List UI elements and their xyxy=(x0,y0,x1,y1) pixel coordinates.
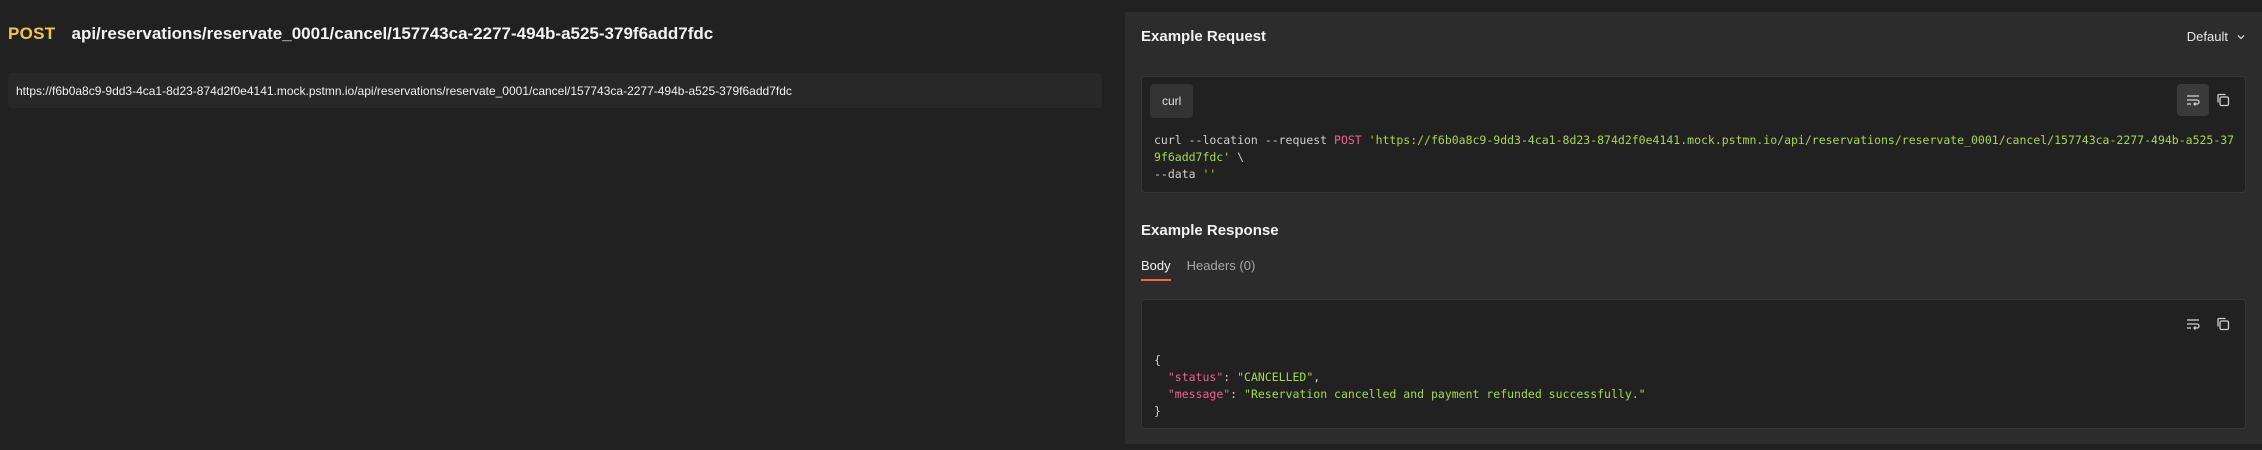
example-request-code-block: curl curl --location --request POST 'htt… xyxy=(1141,76,2246,193)
request-url-text: https://f6b0a8c9-9dd3-4ca1-8d23-874d2f0e… xyxy=(16,83,792,98)
response-tabs: Body Headers (0) xyxy=(1141,258,1271,281)
json-comma: , xyxy=(1313,370,1321,384)
json-close-brace: } xyxy=(1154,404,1161,418)
app-root: POST api/reservations/reservate_0001/can… xyxy=(0,0,2262,450)
json-key-status: "status" xyxy=(1167,370,1224,384)
wrap-lines-button[interactable] xyxy=(2177,308,2209,340)
wrap-lines-icon xyxy=(2187,95,2200,106)
json-key-message: "message" xyxy=(1167,387,1231,401)
chevron-down-icon xyxy=(2237,34,2245,39)
tab-body[interactable]: Body xyxy=(1141,258,1171,281)
endpoint-path: api/reservations/reservate_0001/cancel/1… xyxy=(71,24,714,43)
example-selector-value: Default xyxy=(2186,29,2228,44)
code-line-1: curl --location --request POST 'https://… xyxy=(1154,132,2239,166)
request-pane: POST api/reservations/reservate_0001/can… xyxy=(0,0,1120,450)
tab-headers[interactable]: Headers (0) xyxy=(1187,258,1256,281)
example-request-title: Example Request xyxy=(1141,28,1267,45)
json-open-brace: { xyxy=(1154,353,1161,367)
wrap-lines-button[interactable] xyxy=(2177,84,2209,116)
http-method-label: POST xyxy=(8,24,56,43)
json-value-status: "CANCELLED" xyxy=(1237,370,1314,384)
json-colon: : xyxy=(1230,387,1245,401)
examples-pane: Example Request Default curl curl --loca… xyxy=(1125,12,2262,444)
request-title: POST api/reservations/reservate_0001/can… xyxy=(8,24,713,44)
json-value-message: "Reservation cancelled and payment refun… xyxy=(1244,387,1646,401)
response-code: { "status": "CANCELLED", "message": "Res… xyxy=(1154,352,1646,420)
example-response-code-block: { "status": "CANCELLED", "message": "Res… xyxy=(1141,299,2246,429)
example-selector-dropdown[interactable]: Default xyxy=(2187,29,2246,44)
line-continuation: \ xyxy=(1230,150,1245,164)
curl-method: POST xyxy=(1334,133,1362,147)
language-selector-button[interactable]: curl xyxy=(1150,84,1194,118)
example-response-title: Example Response xyxy=(1141,222,1279,239)
data-flag: --data xyxy=(1154,167,1203,181)
code-line-2: --data '' xyxy=(1154,166,2239,183)
copy-icon xyxy=(2217,317,2230,331)
request-code: curl --location --request POST 'https://… xyxy=(1154,132,2239,183)
request-url-field[interactable]: https://f6b0a8c9-9dd3-4ca1-8d23-874d2f0e… xyxy=(8,73,1102,108)
copy-request-button[interactable] xyxy=(2207,84,2239,116)
copy-icon xyxy=(2217,93,2230,107)
curl-command: curl --location --request xyxy=(1154,133,1335,147)
copy-response-button[interactable] xyxy=(2207,308,2239,340)
data-value: '' xyxy=(1202,167,1217,181)
wrap-lines-icon xyxy=(2187,319,2200,330)
json-colon: : xyxy=(1223,370,1238,384)
